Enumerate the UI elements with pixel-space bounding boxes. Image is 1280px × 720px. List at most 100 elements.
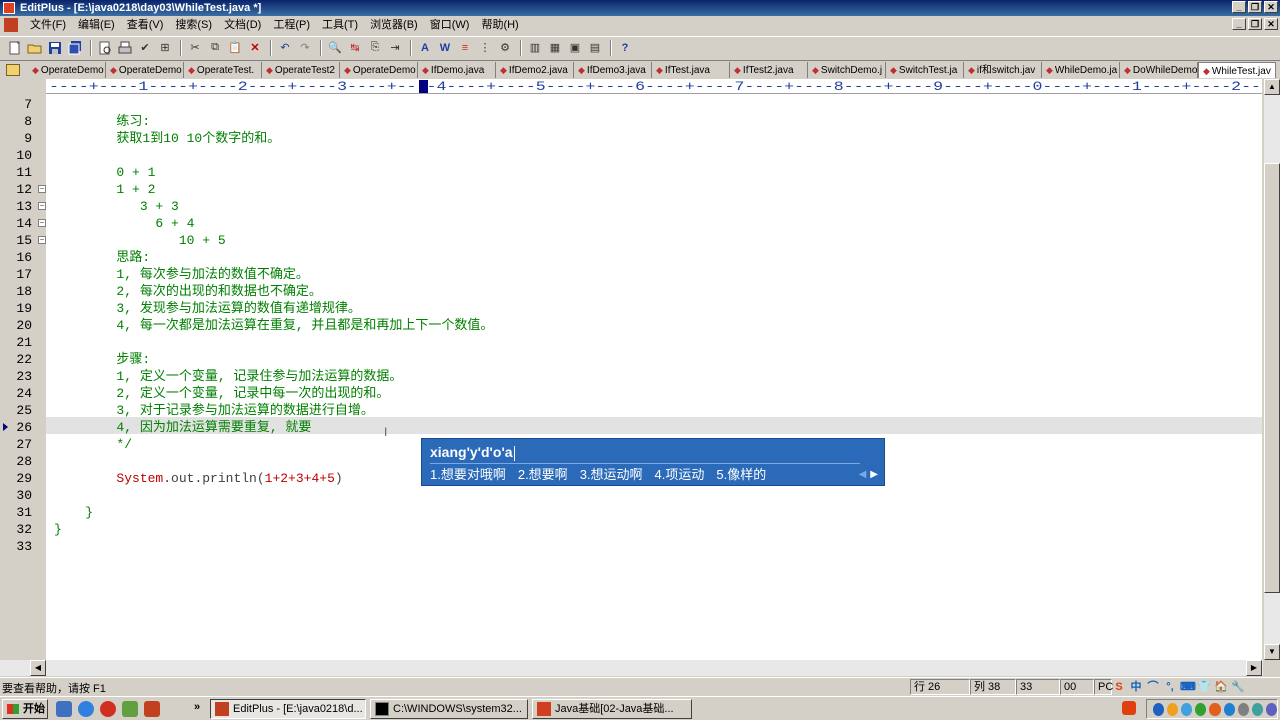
tab-operatedemo-2[interactable]: ◆ OperateDemo	[106, 61, 184, 78]
display-icon[interactable]	[1237, 702, 1249, 716]
sogou-tray-icon[interactable]	[1122, 701, 1136, 715]
ime-next-page-icon[interactable]: ▶	[870, 467, 878, 483]
scroll-right-icon[interactable]: ▶	[1246, 660, 1262, 676]
menu-edit[interactable]: 编辑(E)	[72, 16, 121, 34]
moon-icon[interactable]: ⌒	[1146, 680, 1160, 694]
antivirus-icon[interactable]	[1195, 702, 1207, 716]
code-line[interactable]	[46, 487, 493, 504]
cliptext-window-icon[interactable]: ▦	[546, 39, 564, 57]
menu-project[interactable]: 工程(P)	[267, 16, 316, 34]
tab-switchtest[interactable]: ◆ SwitchTest.ja	[886, 61, 964, 78]
scroll-down-icon[interactable]: ▼	[1264, 644, 1280, 660]
tray-app-icon[interactable]	[1265, 702, 1277, 716]
ime-candidate[interactable]: 3.想运动啊	[580, 466, 643, 484]
cut-icon[interactable]: ✂	[186, 39, 204, 57]
code-line[interactable]: 思路:	[46, 249, 493, 266]
update-icon[interactable]	[1181, 702, 1193, 716]
goto-line-icon[interactable]: ⇥	[386, 39, 404, 57]
keyboard-icon[interactable]: ⌨	[1180, 680, 1196, 694]
wrench-icon[interactable]: 🔧	[1231, 680, 1245, 694]
new-file-icon[interactable]	[6, 39, 24, 57]
code-line[interactable]: }	[46, 521, 493, 538]
menu-tools[interactable]: 工具(T)	[316, 16, 364, 34]
tab-operatetest[interactable]: ◆ OperateTest.	[184, 61, 262, 78]
code-line[interactable]: 练习:	[46, 113, 493, 130]
find-in-files-icon[interactable]: ⎘	[366, 39, 384, 57]
tab-ifdemo2[interactable]: ◆ IfDemo2.java	[496, 61, 574, 78]
ime-candidate[interactable]: 4.项运动	[655, 466, 705, 484]
code-line[interactable]: 0 + 1	[46, 164, 493, 181]
menu-view[interactable]: 查看(V)	[121, 16, 170, 34]
editplus-icon[interactable]	[144, 701, 160, 717]
tab-if-and-switch[interactable]: ◆ if和switch.jav	[964, 61, 1042, 78]
start-button[interactable]: 开始	[2, 699, 48, 719]
code-line[interactable]	[46, 96, 493, 113]
menu-document[interactable]: 文档(D)	[218, 16, 267, 34]
scrollbar-thumb[interactable]	[1264, 163, 1280, 593]
fold-toggle-icon[interactable]: −	[38, 219, 46, 227]
menu-file[interactable]: 文件(F)	[24, 16, 72, 34]
menu-help[interactable]: 帮助(H)	[475, 16, 524, 34]
tab-operatetest2[interactable]: ◆ OperateTest2	[262, 61, 340, 78]
code-line[interactable]: 3, 对于记录参与加法运算的数据进行自增。	[46, 402, 493, 419]
word-wrap-icon[interactable]: W	[436, 39, 454, 57]
minimize-button[interactable]: _	[1232, 1, 1246, 13]
ruler-icon[interactable]: ⋮	[476, 39, 494, 57]
tab-ifdemo3[interactable]: ◆ IfDemo3.java	[574, 61, 652, 78]
scroll-left-icon[interactable]: ◀	[30, 660, 46, 676]
replace-icon[interactable]: ↹	[346, 39, 364, 57]
preferences-icon[interactable]: ⚙	[496, 39, 514, 57]
code-line[interactable]: }	[46, 504, 493, 521]
code-editor[interactable]: 练习: 获取1到10 10个数字的和。 0 + 1 1 + 2 3 + 3 6 …	[46, 94, 1262, 660]
skin-icon[interactable]: 👕	[1197, 680, 1211, 694]
vertical-scrollbar[interactable]: ▲ ▼	[1263, 79, 1280, 660]
ime-candidate[interactable]: 5.像样的	[716, 466, 766, 484]
code-line[interactable]: 步骤:	[46, 351, 493, 368]
menu-search[interactable]: 搜索(S)	[169, 16, 218, 34]
code-line[interactable]: 1 + 2	[46, 181, 493, 198]
code-line[interactable]: 4, 因为加法运算需要重复, 就要	[46, 419, 493, 436]
doc-minimize-button[interactable]: _	[1232, 18, 1246, 30]
task-cmd[interactable]: C:\WINDOWS\system32...	[370, 699, 528, 719]
sogou-ime-icon[interactable]: S	[1112, 680, 1126, 694]
open-folder-icon[interactable]	[26, 39, 44, 57]
editplus-app-icon[interactable]	[3, 2, 15, 14]
paste-icon[interactable]: 📋	[226, 39, 244, 57]
doc-close-button[interactable]: ✕	[1264, 18, 1278, 30]
code-line[interactable]: 2, 每次的出现的和数据也不确定。	[46, 283, 493, 300]
user-tool-icon[interactable]: ▤	[586, 39, 604, 57]
tab-iftest[interactable]: ◆ IfTest.java	[652, 61, 730, 78]
menu-browser[interactable]: 浏览器(B)	[364, 16, 424, 34]
media-player-icon[interactable]	[100, 701, 116, 717]
folder-icon[interactable]	[6, 63, 20, 76]
app-icon[interactable]	[122, 701, 138, 717]
code-line[interactable]	[46, 538, 493, 555]
volume-icon[interactable]	[1223, 702, 1235, 716]
print-preview-icon[interactable]	[96, 39, 114, 57]
code-line[interactable]: 6 + 4	[46, 215, 493, 232]
tab-whiledemo[interactable]: ◆ WhileDemo.ja	[1042, 61, 1120, 78]
task-editplus[interactable]: EditPlus - [E:\java0218\d...	[210, 699, 366, 719]
ime-candidate[interactable]: 1.想要对哦啊	[430, 466, 506, 484]
security-icon[interactable]	[1167, 702, 1179, 716]
delete-icon[interactable]: ✕	[246, 39, 264, 57]
fold-toggle-icon[interactable]: −	[38, 236, 46, 244]
code-line[interactable]: 3, 发现参与加法运算的数值有递增规律。	[46, 300, 493, 317]
punctuation-icon[interactable]: °,	[1163, 680, 1177, 694]
quick-launch-more[interactable]: »	[194, 701, 200, 713]
task-ppt[interactable]: Java基础[02-Java基础...	[532, 699, 692, 719]
ie-browser-icon[interactable]	[78, 701, 94, 717]
document-icon[interactable]	[4, 18, 18, 32]
cliptext-icon[interactable]: ⊞	[156, 39, 174, 57]
spell-check-icon[interactable]: ✔	[136, 39, 154, 57]
find-icon[interactable]: 🔍	[326, 39, 344, 57]
tab-operatedemo-3[interactable]: ◆ OperateDemo	[340, 61, 418, 78]
copy-icon[interactable]: ⧉	[206, 39, 224, 57]
sync-icon[interactable]	[1209, 702, 1221, 716]
redo-icon[interactable]: ↷	[296, 39, 314, 57]
code-line[interactable]	[46, 147, 493, 164]
user-icon[interactable]	[56, 701, 72, 717]
tab-iftest2[interactable]: ◆ IfTest2.java	[730, 61, 808, 78]
font-icon[interactable]: A	[416, 39, 434, 57]
code-line[interactable]: 1, 每次参与加法的数值不确定。	[46, 266, 493, 283]
